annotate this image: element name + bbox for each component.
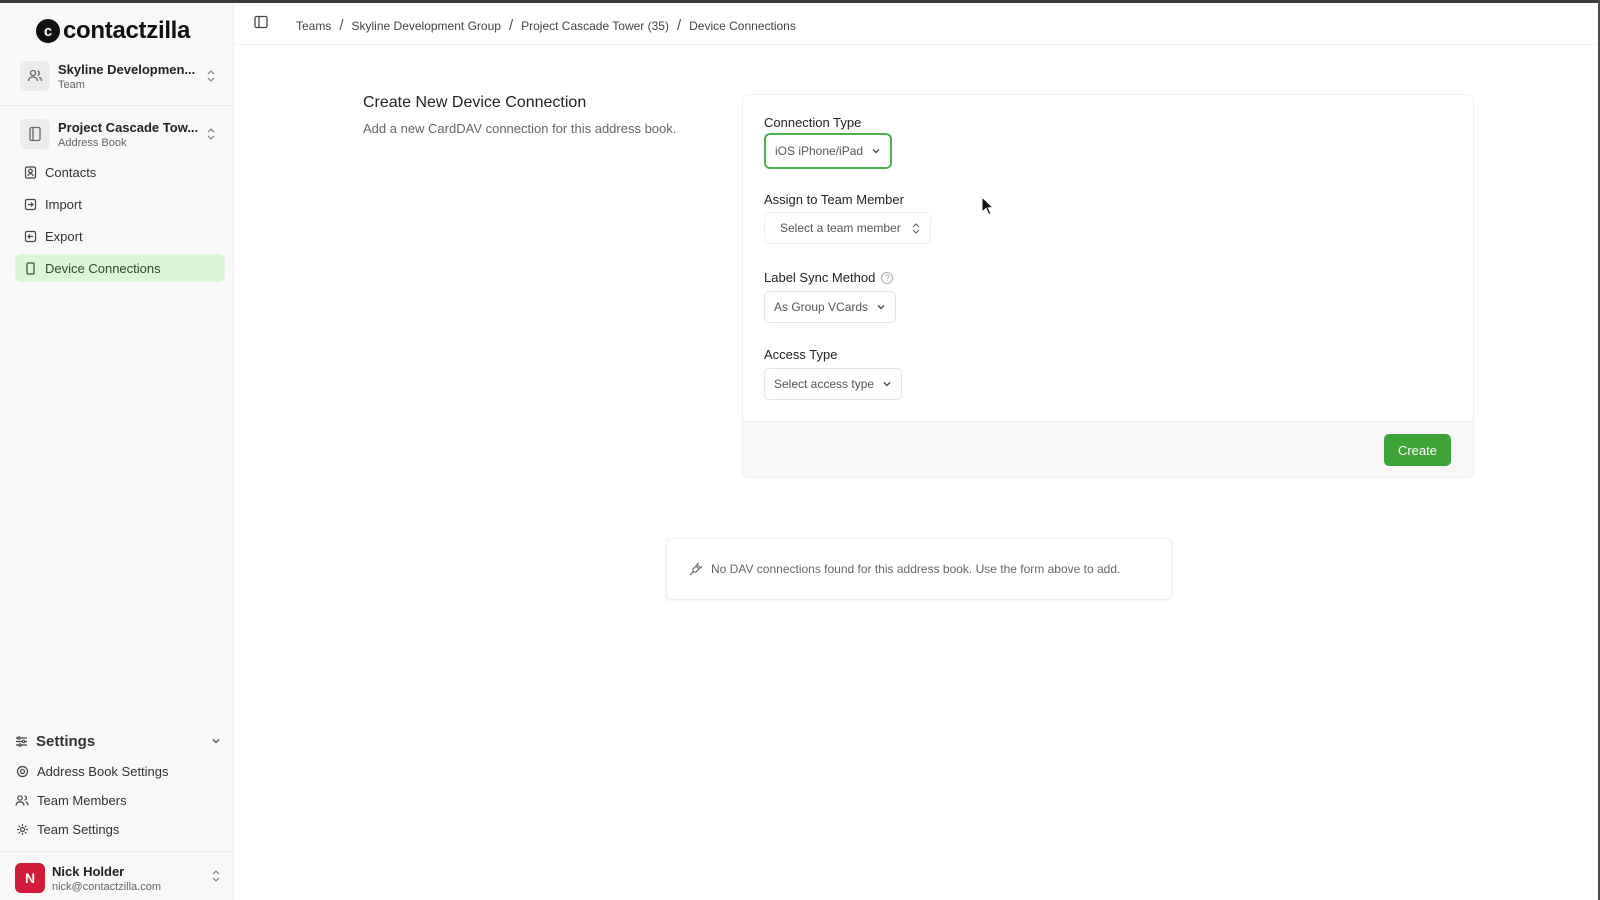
form-footer: Create	[743, 421, 1473, 477]
sidebar-item-label: Contacts	[45, 164, 97, 180]
address-book-switcher[interactable]: Project Cascade Tow... Address Book	[20, 113, 218, 155]
settings-section-toggle[interactable]: Settings	[15, 728, 221, 754]
app-name: contactzilla	[63, 17, 191, 44]
sidebar-item-device-connections[interactable]: Device Connections	[15, 254, 225, 282]
chevron-up-down-icon	[204, 69, 218, 84]
chevron-down-icon	[211, 736, 221, 746]
mouse-cursor-icon	[981, 195, 995, 216]
plug-icon	[689, 562, 703, 576]
sidebar-item-label: Team Settings	[37, 821, 120, 837]
sidebar-toggle-icon[interactable]	[254, 15, 270, 31]
sidebar-item-label: Device Connections	[45, 260, 161, 276]
label-sync-value: As Group VCards	[774, 300, 869, 314]
avatar: N	[15, 863, 45, 893]
breadcrumb-address-book[interactable]: Project Cascade Tower (35)	[521, 19, 669, 33]
team-switcher[interactable]: Skyline Developmen... Team	[20, 55, 218, 97]
sidebar-item-team-members[interactable]: Team Members	[15, 787, 221, 813]
access-type-placeholder: Select access type	[774, 377, 875, 391]
team-subtitle: Team	[58, 78, 85, 91]
gear-icon	[15, 764, 29, 778]
chevron-up-down-icon	[211, 869, 221, 888]
breadcrumb-current: Device Connections	[689, 18, 796, 33]
breadcrumb-team[interactable]: Skyline Development Group	[352, 19, 501, 33]
breadcrumb-separator: /	[676, 17, 682, 34]
settings-label: Settings	[36, 732, 96, 750]
empty-state-message: No DAV connections found for this addres…	[711, 562, 1121, 576]
sidebar-item-label: Import	[45, 196, 82, 212]
app-logo[interactable]: c contactzilla	[36, 17, 190, 45]
chevron-down-icon	[882, 379, 892, 389]
chevron-up-down-icon	[204, 127, 218, 142]
create-button[interactable]: Create	[1383, 434, 1451, 466]
chevron-up-down-icon	[911, 222, 921, 234]
sidebar-item-label: Export	[45, 228, 83, 244]
gear-icon	[15, 822, 29, 836]
book-icon	[20, 119, 50, 149]
access-type-label: Access Type	[764, 347, 838, 362]
sidebar-item-export[interactable]: Export	[15, 222, 225, 250]
breadcrumb-separator: /	[339, 17, 344, 34]
breadcrumb-teams[interactable]: Teams	[296, 19, 331, 33]
sidebar-item-label: Address Book Settings	[37, 763, 169, 779]
address-book-name: Project Cascade Tow...	[58, 119, 199, 135]
device-connection-form: Connection Type iOS iPhone/iPad Assign t…	[742, 94, 1474, 478]
contacts-icon	[23, 165, 37, 179]
sidebar-item-import[interactable]: Import	[15, 190, 225, 218]
export-icon	[23, 229, 37, 243]
team-member-placeholder: Select a team member	[780, 221, 901, 235]
import-icon	[23, 197, 37, 211]
top-header: Teams / Skyline Development Group / Proj…	[234, 3, 1598, 45]
users-icon	[15, 793, 29, 807]
sidebar-item-address-book-settings[interactable]: Address Book Settings	[15, 758, 221, 784]
page-description: Add a new CardDAV connection for this ad…	[363, 121, 677, 136]
team-member-label: Assign to Team Member	[764, 192, 904, 207]
breadcrumb: Teams / Skyline Development Group / Proj…	[296, 17, 796, 34]
device-icon	[23, 261, 37, 275]
connection-type-value: iOS iPhone/iPad	[775, 144, 864, 158]
connection-type-select[interactable]: iOS iPhone/iPad	[764, 133, 893, 169]
user-menu[interactable]: N Nick Holder nick@contactzilla.com	[15, 861, 221, 895]
label-sync-select[interactable]: As Group VCards	[764, 291, 897, 323]
access-type-select[interactable]: Select access type	[764, 368, 903, 400]
sliders-icon	[15, 735, 28, 748]
sidebar-item-label: Team Members	[37, 792, 127, 808]
logo-mark-icon: c	[36, 19, 60, 43]
chevron-down-icon	[871, 146, 881, 156]
help-icon[interactable]: ?	[881, 271, 894, 284]
breadcrumb-separator: /	[508, 17, 514, 34]
sidebar-item-team-settings[interactable]: Team Settings	[15, 816, 221, 842]
users-icon	[20, 61, 50, 91]
user-name: Nick Holder	[52, 863, 125, 879]
team-name: Skyline Developmen...	[58, 61, 196, 77]
team-member-select[interactable]: Select a team member	[764, 212, 931, 244]
chevron-down-icon	[876, 302, 886, 312]
empty-state: No DAV connections found for this addres…	[666, 538, 1172, 600]
address-book-subtitle: Address Book	[58, 136, 127, 149]
user-email: nick@contactzilla.com	[52, 880, 161, 893]
label-sync-label: Label Sync Method ?	[764, 270, 894, 285]
sidebar: c contactzilla Skyline Developmen... Tea…	[0, 3, 234, 900]
page-title: Create New Device Connection	[363, 94, 587, 111]
connection-type-label: Connection Type	[764, 115, 862, 130]
sidebar-item-contacts[interactable]: Contacts	[15, 158, 225, 186]
